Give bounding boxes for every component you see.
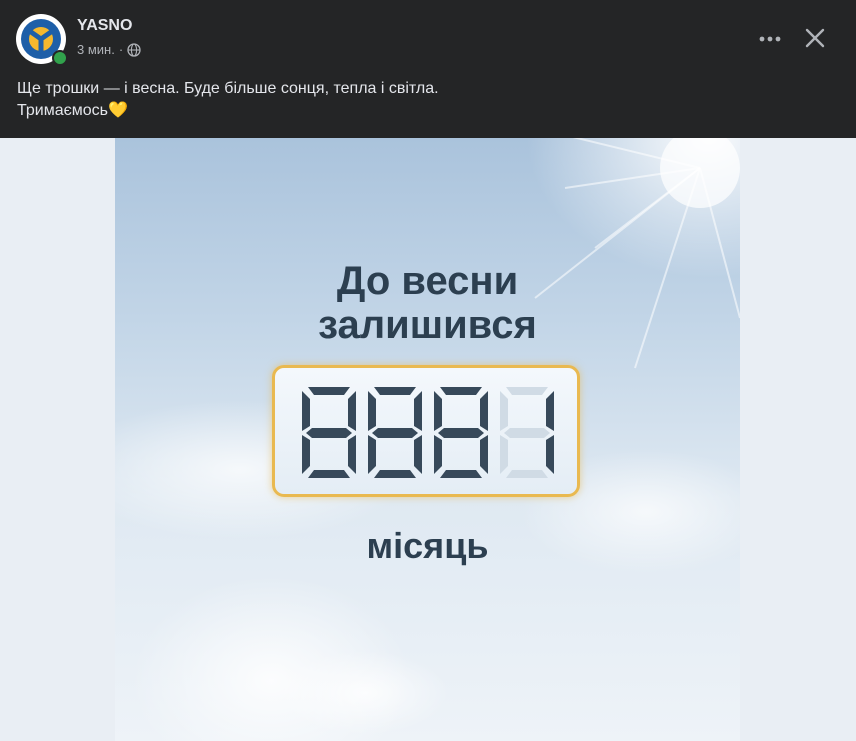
seven-segment-digits: [302, 387, 554, 478]
meta-separator: ·: [118, 42, 124, 57]
online-status-dot: [52, 50, 68, 66]
yellow-heart-emoji: 💛: [108, 102, 128, 119]
more-options-icon: [759, 36, 781, 42]
globe-icon[interactable]: [127, 42, 141, 57]
post-text-line-2: Тримаємось💛: [17, 100, 837, 122]
post-meta: 3 мин. ·: [77, 42, 141, 57]
close-icon: [805, 28, 825, 48]
post-image[interactable]: До весни залишився місяць: [115, 138, 740, 741]
close-button[interactable]: [797, 20, 833, 56]
post-text-line-1: Ще трошки — і весна. Буде більше сонця, …: [17, 80, 439, 97]
countdown-display: 1: [272, 365, 580, 497]
post-text: Ще трошки — і весна. Буде більше сонця, …: [17, 78, 837, 122]
post-time[interactable]: 3 мин.: [77, 42, 115, 57]
post-header: YASNO 3 мин. ·: [0, 0, 856, 70]
image-headline-line-2: залишився: [318, 303, 537, 347]
more-options-button[interactable]: [752, 24, 788, 54]
image-headline-line-1: До весни: [336, 259, 519, 303]
countdown-unit-label: місяць: [366, 525, 489, 566]
author-name[interactable]: YASNO: [77, 17, 132, 35]
countdown-value: 1: [275, 368, 276, 369]
post-text-line-2-text: Тримаємось: [17, 102, 109, 119]
